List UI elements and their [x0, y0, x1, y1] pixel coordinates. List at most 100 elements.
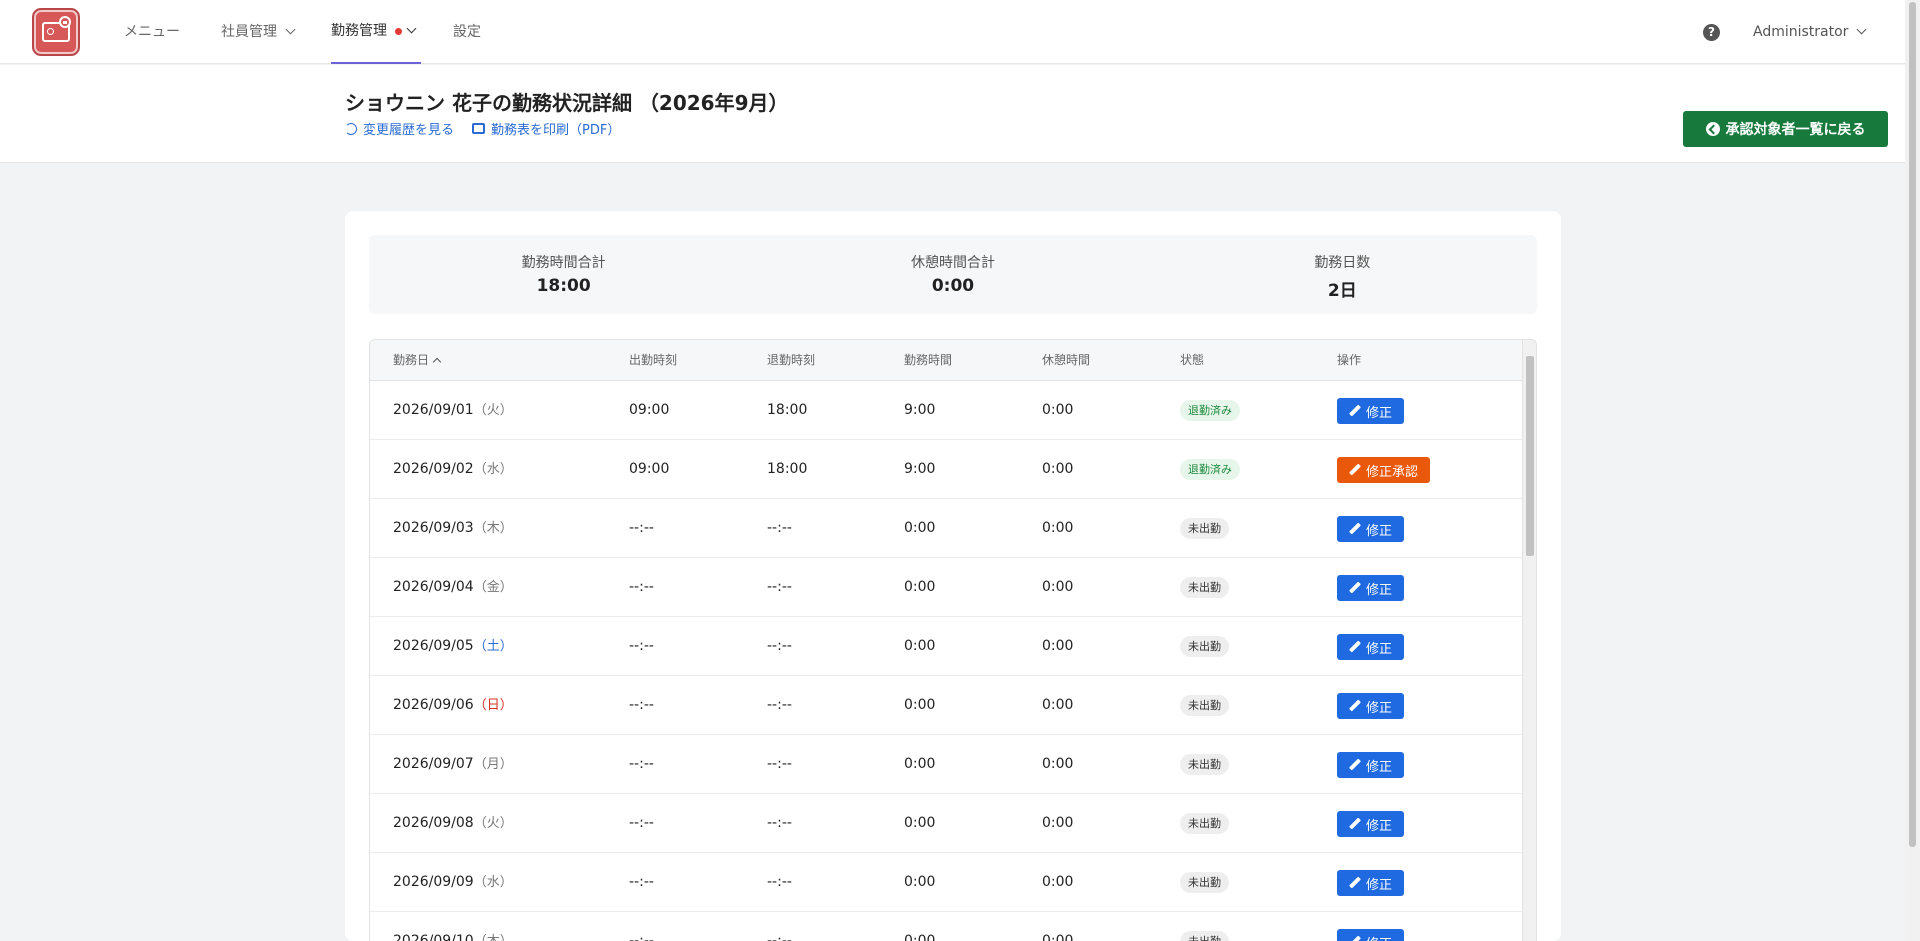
status-badge: 未出勤 [1180, 931, 1229, 941]
edit-approve-button[interactable]: 修正承認 [1337, 457, 1431, 483]
edit-button[interactable]: 修正 [1337, 634, 1405, 660]
help-icon[interactable]: ? [1703, 24, 1720, 41]
print-link[interactable]: 勤務表を印刷（PDF） [472, 119, 620, 138]
cell-work-time: 0:00 [904, 579, 936, 595]
weekday-text: （火） [473, 403, 513, 418]
table-row: 2026/09/03（木） --:-- --:-- 0:00 0:00 未出勤 修正 [370, 499, 1523, 558]
summary-label: 休憩時間合計 [910, 255, 995, 271]
table-row: 2026/09/02（水） 09:00 18:00 9:00 0:00 退勤済み 修正承認 [370, 440, 1523, 499]
cell-clock-in: --:-- [629, 579, 654, 595]
notification-dot [395, 27, 402, 35]
page-header: ショウニン 花子の勤務状況詳細 （2026年9月） 変更履歴を見る 勤務表を印刷… [0, 65, 1905, 163]
nav-item-label: 設定 [453, 24, 481, 40]
cell-clock-in: --:-- [629, 638, 654, 654]
weekday-text: （水） [473, 462, 513, 477]
print-link-label: 勤務表を印刷（PDF） [491, 123, 621, 138]
user-name: Administrator [1753, 24, 1849, 40]
back-to-list-button[interactable]: 承認対象者一覧に戻る [1683, 111, 1888, 147]
weekday-text: （木） [474, 934, 513, 941]
summary-total-break: 休憩時間合計 0:00 [758, 235, 1147, 314]
table-row: 2026/09/07（月） --:-- --:-- 0:00 0:00 未出勤 修正 [370, 735, 1523, 794]
cell-clock-out: --:-- [767, 874, 792, 890]
col-header-actions: 操作 [1337, 353, 1362, 367]
page-scrollbar[interactable] [1905, 0, 1920, 941]
cell-clock-in: 09:00 [629, 461, 670, 477]
col-header-work-time: 勤務時間 [904, 353, 953, 367]
weekday-text: （金） [473, 580, 513, 595]
cell-clock-in: --:-- [629, 697, 654, 713]
cell-clock-out: --:-- [767, 638, 792, 654]
nav-item-menu[interactable]: メニュー [124, 0, 180, 64]
nav-item-label: 社員管理 [221, 24, 277, 40]
edit-button[interactable]: 修正 [1337, 752, 1405, 778]
edit-button[interactable]: 修正 [1337, 870, 1405, 896]
summary-panel: 勤務時間合計 18:00 休憩時間合計 0:00 勤務日数 2日 [369, 235, 1537, 314]
pencil-icon [1349, 877, 1361, 889]
cell-date: 2026/09/03（木） [393, 499, 513, 558]
cell-break-time: 0:00 [1042, 933, 1074, 941]
history-link-label: 変更履歴を見る [363, 123, 455, 138]
action-label: 修正 [1366, 699, 1393, 715]
nav-item-settings[interactable]: 設定 [453, 0, 481, 64]
nav-item-employees[interactable]: 社員管理 [221, 0, 296, 64]
scrollbar-thumb[interactable] [1909, 2, 1916, 847]
cell-work-time: 0:00 [904, 874, 936, 890]
scrollbar-thumb[interactable] [1526, 356, 1534, 556]
attendance-card: 勤務時間合計 18:00 休憩時間合計 0:00 勤務日数 2日 勤務日 出勤時… [345, 211, 1561, 941]
pencil-icon [1349, 405, 1361, 417]
cell-break-time: 0:00 [1042, 697, 1074, 713]
lock-icon [59, 16, 71, 28]
pencil-icon [1349, 641, 1361, 653]
action-label: 修正 [1366, 404, 1393, 420]
edit-button[interactable]: 修正 [1337, 693, 1405, 719]
cell-date: 2026/09/01（火） [393, 381, 513, 440]
cell-clock-in: --:-- [629, 815, 654, 831]
table-body: 2026/09/01（火） 09:00 18:00 9:00 0:00 退勤済み 修正 202… [370, 381, 1523, 941]
pencil-icon [1349, 700, 1361, 712]
history-link[interactable]: 変更履歴を見る [345, 119, 454, 138]
pencil-icon [1349, 523, 1361, 535]
action-label: 修正 [1366, 522, 1393, 538]
edit-button[interactable]: 修正 [1337, 811, 1405, 837]
print-icon [472, 123, 486, 134]
table-row: 2026/09/10（木） --:-- --:-- 0:00 0:00 未出勤 修正 [370, 912, 1523, 941]
nav-item-label: メニュー [124, 24, 180, 40]
cell-clock-in: --:-- [629, 520, 654, 536]
status-badge: 未出勤 [1180, 518, 1229, 539]
cell-break-time: 0:00 [1042, 579, 1074, 595]
cell-date: 2026/09/02（水） [393, 440, 513, 499]
table-scrollbar[interactable] [1522, 340, 1536, 941]
table-header: 勤務日 出勤時刻 退勤時刻 勤務時間 休憩時間 状態 操作 [370, 340, 1523, 381]
action-label: 修正 [1366, 581, 1393, 597]
cell-work-time: 9:00 [904, 461, 936, 477]
status-badge: 未出勤 [1180, 872, 1229, 893]
top-navbar: メニュー 社員管理 勤務管理 設定 ? Administrator [0, 0, 1905, 64]
col-header-clock-in: 出勤時刻 [629, 353, 678, 367]
col-header-date[interactable]: 勤務日 [393, 340, 442, 381]
edit-button[interactable]: 修正 [1337, 398, 1405, 424]
edit-button[interactable]: 修正 [1337, 575, 1405, 601]
cell-work-time: 0:00 [904, 638, 936, 654]
date-text: 2026/09/03 [393, 520, 474, 536]
action-label: 修正承認 [1366, 463, 1419, 479]
user-menu[interactable]: Administrator [1753, 0, 1867, 64]
cell-break-time: 0:00 [1042, 756, 1074, 772]
summary-total-work: 勤務時間合計 18:00 [369, 235, 758, 314]
cell-clock-in: --:-- [629, 756, 654, 772]
edit-button[interactable]: 修正 [1337, 516, 1405, 542]
status-badge: 未出勤 [1180, 813, 1229, 834]
nav-item-attendance[interactable]: 勤務管理 [331, 0, 421, 64]
attendance-table: 勤務日 出勤時刻 退勤時刻 勤務時間 休憩時間 状態 操作 2026/09/01… [369, 339, 1537, 941]
cell-work-time: 0:00 [904, 697, 936, 713]
chevron-down-icon [406, 23, 417, 34]
edit-button[interactable]: 修正 [1337, 929, 1405, 941]
app-logo[interactable] [32, 8, 80, 56]
cell-clock-in: 09:00 [629, 402, 670, 418]
status-badge: 未出勤 [1180, 577, 1229, 598]
header-links: 変更履歴を見る 勤務表を印刷（PDF） [345, 119, 620, 138]
date-text: 2026/09/04 [393, 579, 474, 595]
pencil-icon [1349, 936, 1361, 941]
cell-clock-out: --:-- [767, 756, 792, 772]
cell-break-time: 0:00 [1042, 461, 1074, 477]
summary-label: 勤務日数 [1314, 255, 1371, 271]
